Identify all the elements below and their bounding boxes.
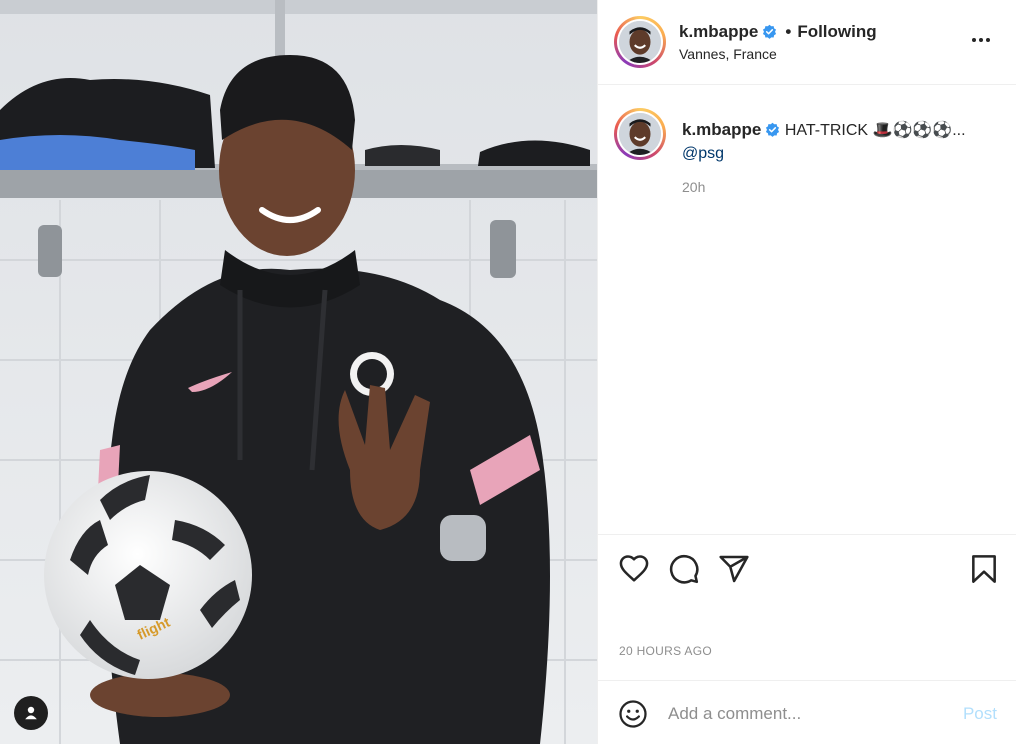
comment-icon[interactable] (668, 553, 700, 585)
more-options-icon[interactable] (969, 28, 993, 52)
verified-badge-icon (766, 122, 780, 137)
mention-link[interactable]: @psg (682, 145, 724, 162)
header-title-line: k.mbappe • Following (679, 22, 877, 42)
post-header: k.mbappe • Following Vannes, France (598, 0, 1016, 85)
caption-timestamp[interactable]: 20h (682, 179, 705, 195)
separator-dot: • (785, 22, 792, 41)
header-avatar[interactable] (614, 16, 666, 68)
location-link[interactable]: Vannes, France (679, 46, 777, 62)
emoji-icon[interactable] (618, 699, 648, 729)
post-side-panel: k.mbappe • Following Vannes, France k.mb… (597, 0, 1016, 744)
post-comment-button[interactable]: Post (963, 704, 997, 724)
action-bar (598, 534, 1016, 604)
avatar-image (619, 21, 661, 63)
paper-plane-icon[interactable] (718, 553, 750, 585)
comment-input[interactable] (668, 701, 938, 727)
header-username[interactable]: k.mbappe (679, 22, 758, 41)
avatar-image (619, 113, 661, 155)
comment-form: Post (598, 680, 1016, 744)
user-tag-icon (25, 706, 37, 720)
post-timestamp[interactable]: 20 HOURS AGO (619, 644, 712, 658)
verified-badge-icon (763, 24, 777, 39)
caption-text: k.mbappe HAT-TRICK 🎩⚽⚽⚽... @psg (682, 118, 1002, 165)
caption-body: HAT-TRICK 🎩⚽⚽⚽... (784, 122, 966, 139)
tag-user-button[interactable] (14, 696, 48, 730)
post-image: flight (0, 0, 597, 744)
following-button[interactable]: Following (797, 22, 876, 41)
bookmark-icon[interactable] (968, 553, 1000, 585)
post-photo[interactable]: flight (0, 0, 597, 744)
heart-icon[interactable] (618, 553, 650, 585)
caption-avatar[interactable] (614, 108, 666, 160)
caption-username[interactable]: k.mbappe (682, 120, 761, 139)
